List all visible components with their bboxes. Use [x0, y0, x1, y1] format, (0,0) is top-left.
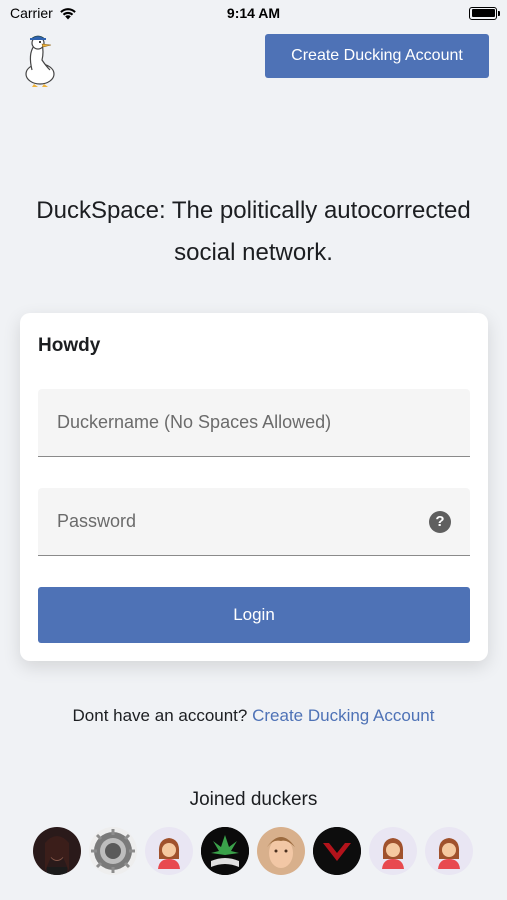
chevron-logo-icon: [313, 827, 361, 875]
login-card: Howdy ? Login: [20, 313, 488, 661]
password-field[interactable]: ?: [38, 488, 470, 556]
joined-avatars: [33, 827, 473, 875]
create-account-link[interactable]: Create Ducking Account: [252, 706, 434, 725]
avatar[interactable]: [425, 827, 473, 875]
login-button[interactable]: Login: [38, 587, 470, 643]
create-account-button[interactable]: Create Ducking Account: [265, 34, 489, 78]
avatar[interactable]: [145, 827, 193, 875]
username-input[interactable]: [57, 412, 451, 433]
card-title: Howdy: [38, 335, 101, 356]
help-icon[interactable]: ?: [429, 510, 451, 533]
woman-icon: [438, 838, 460, 869]
avatar[interactable]: [313, 827, 361, 875]
signup-prompt: Dont have an account?: [72, 706, 253, 725]
avatar[interactable]: [369, 827, 417, 875]
face-photo-icon: [257, 827, 305, 875]
gear-icon: [91, 829, 135, 873]
woman-icon: [382, 838, 404, 869]
portrait-photo-icon: [33, 827, 81, 875]
joined-duckers-title: Joined duckers: [189, 789, 318, 810]
signup-prompt-line: Dont have an account? Create Ducking Acc…: [0, 706, 507, 726]
password-input[interactable]: [57, 511, 429, 532]
status-bar: Carrier 9:14 AM: [0, 0, 507, 26]
username-field[interactable]: [38, 389, 470, 457]
status-left: Carrier: [10, 5, 77, 21]
tagline: DuckSpace: The politically autocorrected…: [36, 197, 471, 266]
avatar[interactable]: [257, 827, 305, 875]
wifi-icon: [59, 7, 76, 19]
leaf-icon: [201, 827, 249, 875]
battery-icon: [469, 6, 500, 20]
avatar[interactable]: [89, 827, 137, 875]
woman-icon: [158, 838, 180, 869]
duck-logo-icon: [25, 35, 55, 87]
avatar[interactable]: [33, 827, 81, 875]
carrier-label: Carrier: [10, 5, 53, 21]
avatar[interactable]: [201, 827, 249, 875]
